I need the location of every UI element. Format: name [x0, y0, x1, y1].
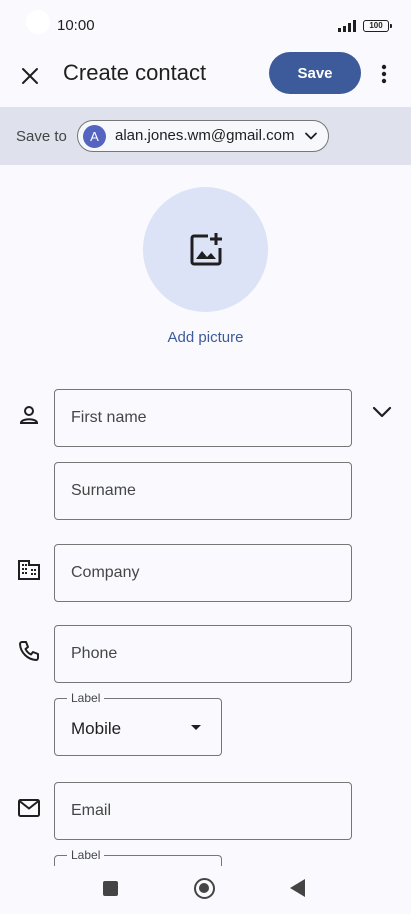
add-picture-button[interactable] — [143, 187, 268, 312]
more-vert-icon — [381, 64, 387, 84]
chevron-down-icon — [305, 132, 317, 140]
signal-icon — [338, 20, 356, 32]
more-options-button[interactable] — [372, 60, 396, 88]
business-icon — [17, 558, 41, 582]
add-photo-icon — [190, 232, 222, 265]
phone-label-value: Mobile — [71, 719, 122, 738]
save-to-label: Save to — [16, 128, 67, 145]
email-field[interactable] — [54, 782, 352, 840]
expand-name-button[interactable] — [370, 400, 394, 424]
person-icon — [17, 403, 41, 427]
status-time: 10:00 — [57, 17, 95, 34]
close-button[interactable] — [14, 60, 46, 92]
status-bar: 10:00 100 — [0, 0, 411, 52]
surname-field[interactable] — [54, 462, 352, 520]
save-button[interactable]: Save — [269, 52, 361, 94]
save-to-bar: Save to A alan.jones.wm@gmail.com — [0, 107, 411, 165]
expand-more-icon — [372, 406, 392, 418]
camera-cutout — [26, 10, 50, 34]
battery-icon: 100 — [363, 20, 392, 32]
phone-icon — [17, 639, 41, 663]
recent-apps-button[interactable] — [103, 881, 118, 896]
first-name-field[interactable] — [54, 389, 352, 447]
add-picture-label[interactable]: Add picture — [0, 329, 411, 346]
avatar: A — [83, 125, 106, 148]
close-icon — [22, 68, 38, 84]
page-title: Create contact — [63, 60, 207, 85]
dropdown-arrow-icon — [191, 725, 201, 730]
company-field[interactable] — [54, 544, 352, 602]
home-button[interactable] — [194, 878, 215, 899]
back-button[interactable] — [290, 879, 305, 897]
email-label-caption: Label — [67, 848, 105, 862]
account-email: alan.jones.wm@gmail.com — [115, 127, 295, 144]
email-icon — [17, 796, 41, 820]
phone-label-select[interactable]: Label Mobile — [54, 691, 222, 756]
phone-label-caption: Label — [67, 691, 105, 705]
system-nav-bar — [0, 866, 411, 914]
account-selector[interactable]: A alan.jones.wm@gmail.com — [77, 120, 329, 152]
app-bar: Create contact Save — [0, 52, 411, 104]
phone-field[interactable] — [54, 625, 352, 683]
